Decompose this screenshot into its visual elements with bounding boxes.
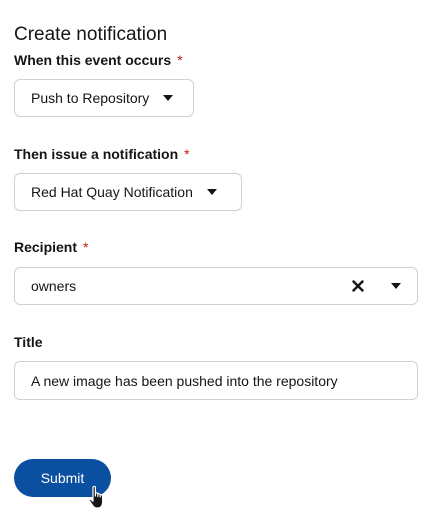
recipient-label-text: Recipient xyxy=(14,239,78,255)
method-label: Then issue a notification * xyxy=(14,146,190,162)
event-label-text: When this event occurs xyxy=(14,52,172,68)
page-title: Create notification xyxy=(14,24,168,45)
method-label-text: Then issue a notification xyxy=(14,146,179,162)
event-select[interactable]: Push to Repository xyxy=(14,79,194,117)
recipient-label: Recipient * xyxy=(14,239,88,255)
title-label: Title xyxy=(14,334,43,350)
required-marker: * xyxy=(83,239,89,255)
method-select-value: Red Hat Quay Notification xyxy=(31,184,193,200)
caret-down-icon[interactable] xyxy=(391,283,401,289)
required-marker: * xyxy=(184,146,190,162)
event-label: When this event occurs * xyxy=(14,52,183,68)
recipient-value: owners xyxy=(31,278,77,294)
event-select-value: Push to Repository xyxy=(31,90,150,106)
title-input[interactable] xyxy=(14,361,418,400)
recipient-typeahead[interactable]: owners xyxy=(14,267,418,305)
close-icon[interactable] xyxy=(351,279,365,293)
submit-button[interactable]: Submit xyxy=(14,459,111,497)
method-select[interactable]: Red Hat Quay Notification xyxy=(14,173,242,211)
caret-down-icon xyxy=(163,95,174,101)
caret-down-icon xyxy=(206,189,217,195)
title-label-text: Title xyxy=(14,334,43,350)
required-marker: * xyxy=(177,52,183,68)
